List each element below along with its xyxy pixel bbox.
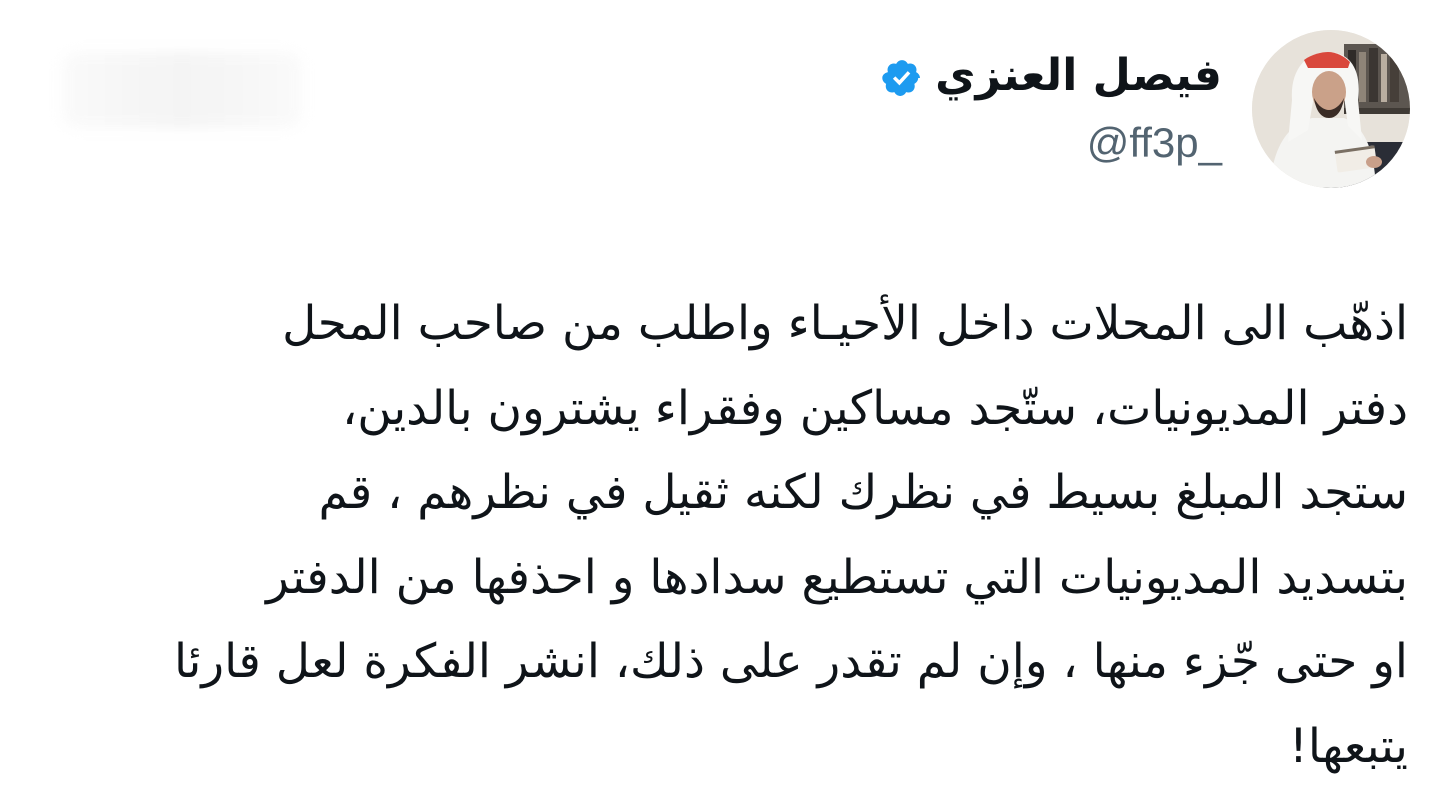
- tweet-line: يتبعها!: [1289, 718, 1408, 774]
- tweet-card: فيصل العنزي @ff3p_ اذهّب الى المحلات داخ…: [0, 0, 1440, 801]
- tweet-line: دفتر المديونيات، ستّجد مساكين وفقراء يشت…: [342, 380, 1408, 436]
- tweet-line: بتسديد المديونيات التي تستطيع سدادها و ا…: [266, 549, 1408, 605]
- tweet-line: ستجد المبلغ بسيط في نظرك لكنه ثقيل في نظ…: [318, 465, 1408, 520]
- display-name[interactable]: فيصل العنزي: [935, 44, 1222, 108]
- avatar-photo-icon: [1252, 30, 1410, 188]
- blurred-region: [62, 52, 302, 128]
- tweet-text: اذهّب الى المحلات داخل الأحيـاء واطلب من…: [32, 282, 1408, 789]
- user-info: فيصل العنزي @ff3p_: [881, 44, 1222, 172]
- name-row: فيصل العنزي: [881, 44, 1222, 108]
- tweet-line: اذهّب الى المحلات داخل الأحيـاء واطلب من…: [282, 296, 1408, 351]
- user-handle[interactable]: @ff3p_: [881, 114, 1222, 172]
- tweet-line: او حتى جّزء منها ، وإن لم تقدر على ذلك، …: [173, 634, 1408, 689]
- verified-badge-icon[interactable]: [881, 57, 923, 99]
- avatar[interactable]: [1252, 30, 1410, 188]
